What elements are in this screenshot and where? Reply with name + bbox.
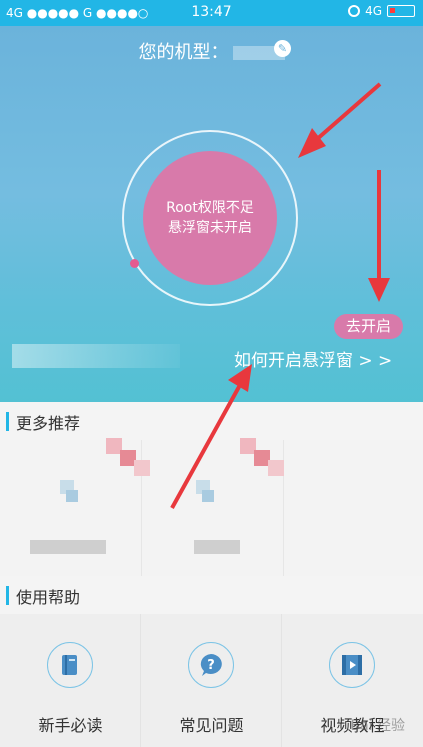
video-icon — [329, 642, 375, 688]
recommend-card[interactable] — [0, 438, 150, 576]
device-model-row: 您的机型： — [0, 38, 423, 64]
app-name-blurred — [30, 540, 106, 554]
alarm-icon — [348, 5, 361, 17]
help-label-faq: 常见问题 — [179, 716, 244, 735]
how-to-enable-link[interactable]: 如何开启悬浮窗 > > — [234, 346, 392, 371]
status-icons: 4G — [348, 4, 415, 18]
blurred-text — [12, 344, 180, 368]
ring-indicator-dot — [130, 259, 139, 268]
go-enable-button[interactable]: 去开启 — [334, 314, 403, 339]
recommend-card[interactable] — [142, 438, 284, 576]
app-name-blurred — [194, 540, 240, 554]
battery-icon — [387, 5, 415, 17]
status-text-root: Root权限不足 — [166, 200, 254, 216]
section-title-help: 使用帮助 — [16, 588, 81, 607]
section-header-help: 使用帮助 — [0, 576, 423, 614]
svg-text:?: ? — [207, 658, 215, 673]
hero-panel: 您的机型： ✎ Root权限不足 悬浮窗未开启 去开启 如何开启悬浮窗 > > — [0, 26, 423, 402]
section-header-recommend: 更多推荐 — [0, 402, 423, 440]
network-label: 4G — [365, 4, 382, 18]
help-item-beginner[interactable]: 新手必读 — [0, 614, 141, 747]
recommend-grid — [0, 438, 423, 576]
status-text-floating: 悬浮窗未开启 — [168, 220, 252, 236]
device-model-label: 您的机型： — [138, 42, 229, 63]
help-label-beginner: 新手必读 — [38, 716, 103, 735]
question-icon: ? — [188, 642, 234, 688]
book-icon — [47, 642, 93, 688]
status-bar: 4G ●●●●● G ●●●●○ 13:47 4G — [0, 0, 423, 26]
floating-window-status[interactable]: Root权限不足 悬浮窗未开启 — [143, 151, 277, 285]
edit-icon[interactable]: ✎ — [274, 40, 291, 57]
section-accent-bar — [6, 586, 9, 605]
watermark: Bai 经验 — [350, 718, 405, 734]
help-grid: 新手必读 ? 常见问题 视频教程 Bai 经验 — [0, 614, 423, 747]
section-title-recommend: 更多推荐 — [16, 414, 81, 433]
section-accent-bar — [6, 412, 9, 431]
recommend-card[interactable] — [284, 440, 423, 576]
help-item-faq[interactable]: ? 常见问题 — [141, 614, 282, 747]
